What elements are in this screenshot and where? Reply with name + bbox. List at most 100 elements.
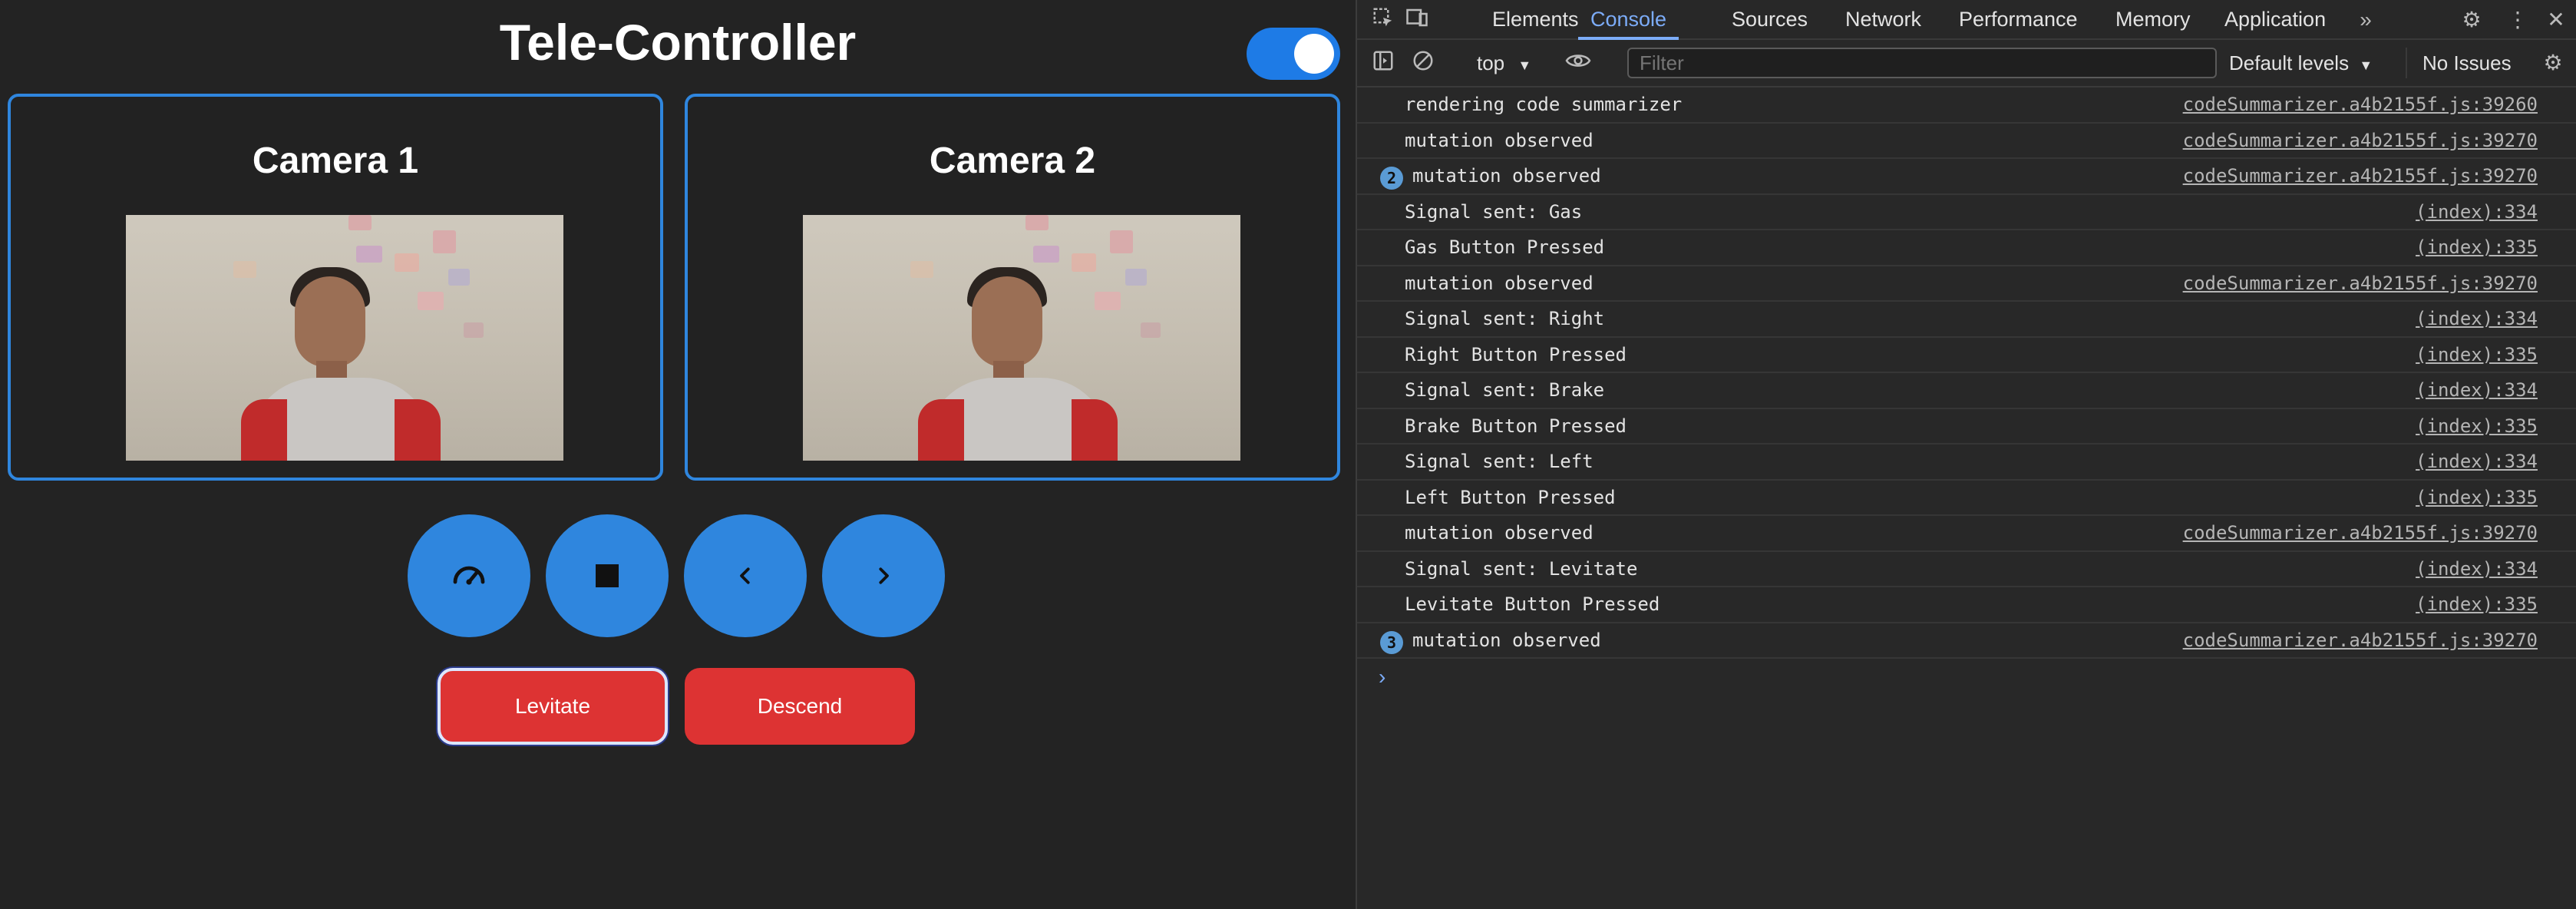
console-message: Signal sent: Levitate (index):334	[1357, 552, 2576, 587]
console-message: Right Button Pressed (index):335	[1357, 338, 2576, 373]
log-levels-dropdown[interactable]: Default levels ▼	[2229, 48, 2373, 78]
console-message-text: Signal sent: Right	[1405, 308, 1605, 329]
gas-button[interactable]	[408, 514, 530, 637]
camera-title: Camera 1	[252, 140, 419, 181]
console-message-text: rendering code summarizer	[1405, 94, 1683, 115]
source-link[interactable]: (index):334	[2416, 201, 2538, 223]
stop-icon	[596, 564, 619, 587]
eye-icon[interactable]	[1564, 49, 1592, 77]
tab-memory[interactable]: Memory	[2115, 0, 2191, 40]
descend-button[interactable]: Descend	[685, 668, 915, 745]
camera-feed-2	[803, 215, 1240, 461]
kebab-menu-icon[interactable]: ⋮	[2504, 6, 2531, 34]
console-toolbar: top ▼ Default levels ▼ No Issues ⚙	[1357, 40, 2576, 88]
source-link[interactable]: codeSummarizer.a4b2155f.js:39270	[2183, 130, 2538, 151]
console-prompt-chevron-icon[interactable]: ›	[1379, 665, 1385, 689]
console-message: Brake Button Pressed (index):335	[1357, 409, 2576, 445]
console-message-text: Signal sent: Brake	[1405, 379, 1605, 401]
context-value: top	[1477, 51, 1505, 74]
chevron-left-icon	[740, 567, 750, 584]
console-message-text: mutation observed	[1405, 272, 1593, 294]
source-link[interactable]: (index):335	[2416, 415, 2538, 437]
brake-button[interactable]	[546, 514, 669, 637]
source-link[interactable]: (index):335	[2416, 487, 2538, 508]
console-message-text: mutation observed	[1405, 522, 1593, 544]
tab-performance[interactable]: Performance	[1959, 0, 2078, 40]
console-message-text: Levitate Button Pressed	[1405, 593, 1660, 615]
speedometer-icon	[453, 566, 485, 585]
source-link[interactable]: (index):335	[2416, 236, 2538, 258]
console-message: Gas Button Pressed (index):335	[1357, 230, 2576, 266]
console-filter-input[interactable]	[1627, 48, 2217, 78]
console-message: Left Button Pressed (index):335	[1357, 481, 2576, 516]
issues-button[interactable]: No Issues	[2406, 48, 2512, 78]
console-message-text: Left Button Pressed	[1405, 486, 1616, 508]
console-message-text: Gas Button Pressed	[1405, 236, 1605, 258]
console-message: mutation observed codeSummarizer.a4b2155f…	[1357, 266, 2576, 302]
console-message: 3 mutation observed codeSummarizer.a4b2155…	[1357, 623, 2576, 659]
console-message: Signal sent: Right (index):334	[1357, 302, 2576, 338]
console-message-text: Signal sent: Left	[1405, 451, 1593, 472]
devtools-tab-bar: Elements Console Sources Network Perform…	[1357, 0, 2576, 40]
console-message-text: Signal sent: Levitate	[1405, 557, 1638, 580]
console-message: rendering code summarizer codeSummarizer.…	[1357, 88, 2576, 124]
close-icon[interactable]: ✕	[2542, 6, 2570, 34]
caret-down-icon: ▼	[2359, 58, 2373, 73]
context-selector[interactable]: top ▼	[1477, 48, 1531, 78]
source-link[interactable]: (index):335	[2416, 593, 2538, 615]
source-link[interactable]: codeSummarizer.a4b2155f.js:39270	[2183, 165, 2538, 187]
left-button[interactable]	[684, 514, 807, 637]
camera-title: Camera 2	[929, 140, 1096, 181]
tab-elements[interactable]: Elements	[1492, 0, 1579, 40]
more-tabs-icon[interactable]: »	[2352, 6, 2379, 34]
source-link[interactable]: (index):334	[2416, 308, 2538, 329]
devtools-panel: Elements Console Sources Network Perform…	[1356, 0, 2576, 909]
levitate-button[interactable]: Levitate	[438, 668, 668, 745]
console-message-text: mutation observed	[1412, 629, 1601, 651]
console-message: Signal sent: Gas (index):334	[1357, 195, 2576, 230]
caret-down-icon: ▼	[1518, 58, 1532, 73]
console-message: 2 mutation observed codeSummarizer.a4b2155…	[1357, 159, 2576, 195]
console-settings-gear-icon[interactable]: ⚙	[2539, 49, 2567, 77]
source-link[interactable]: codeSummarizer.a4b2155f.js:39260	[2183, 94, 2538, 115]
camera-panel-1: Camera 1	[8, 94, 663, 481]
right-button[interactable]	[822, 514, 945, 637]
console-message-text: Right Button Pressed	[1405, 343, 1627, 365]
device-toolbar-icon[interactable]	[1403, 6, 1431, 34]
source-link[interactable]: (index):334	[2416, 379, 2538, 401]
log-levels-label: Default levels	[2229, 51, 2350, 74]
console-message-text: mutation observed	[1405, 129, 1593, 151]
console-message: Signal sent: Left (index):334	[1357, 445, 2576, 481]
repeat-count-badge: 2	[1380, 167, 1403, 190]
settings-gear-icon[interactable]: ⚙	[2458, 6, 2485, 34]
camera-feed-1	[126, 215, 563, 461]
source-link[interactable]: codeSummarizer.a4b2155f.js:39270	[2183, 630, 2538, 651]
source-link[interactable]: codeSummarizer.a4b2155f.js:39270	[2183, 522, 2538, 544]
tab-application[interactable]: Application	[2224, 0, 2326, 40]
sidebar-toggle-icon[interactable]	[1369, 49, 1397, 77]
toggle-knob	[1294, 34, 1334, 74]
camera-panel-2: Camera 2	[685, 94, 1340, 481]
console-message-text: Signal sent: Gas	[1405, 200, 1583, 223]
console-message: mutation observed codeSummarizer.a4b2155f…	[1357, 516, 2576, 552]
tele-controller-app: Tele-Controller Camera 1 Camera 2 Levita…	[0, 0, 1356, 909]
source-link[interactable]: codeSummarizer.a4b2155f.js:39270	[2183, 273, 2538, 294]
tab-sources[interactable]: Sources	[1732, 0, 1808, 40]
console-message: mutation observed codeSummarizer.a4b2155f…	[1357, 124, 2576, 159]
chevron-right-icon	[879, 567, 889, 584]
source-link[interactable]: (index):334	[2416, 558, 2538, 580]
console-message: Signal sent: Brake (index):334	[1357, 373, 2576, 409]
inspect-element-icon[interactable]	[1369, 6, 1397, 34]
source-link[interactable]: (index):335	[2416, 344, 2538, 365]
repeat-count-badge: 3	[1380, 630, 1403, 654]
tab-console[interactable]: Console	[1578, 0, 1679, 40]
console-message-text: Brake Button Pressed	[1405, 415, 1627, 437]
page-title: Tele-Controller	[499, 14, 857, 71]
console-message-text: mutation observed	[1412, 165, 1601, 187]
clear-console-icon[interactable]	[1409, 49, 1437, 77]
tab-network[interactable]: Network	[1845, 0, 1921, 40]
mode-toggle[interactable]	[1247, 28, 1340, 80]
console-log: rendering code summarizer codeSummarizer.…	[1357, 88, 2576, 659]
console-message: Levitate Button Pressed (index):335	[1357, 587, 2576, 623]
source-link[interactable]: (index):334	[2416, 451, 2538, 472]
